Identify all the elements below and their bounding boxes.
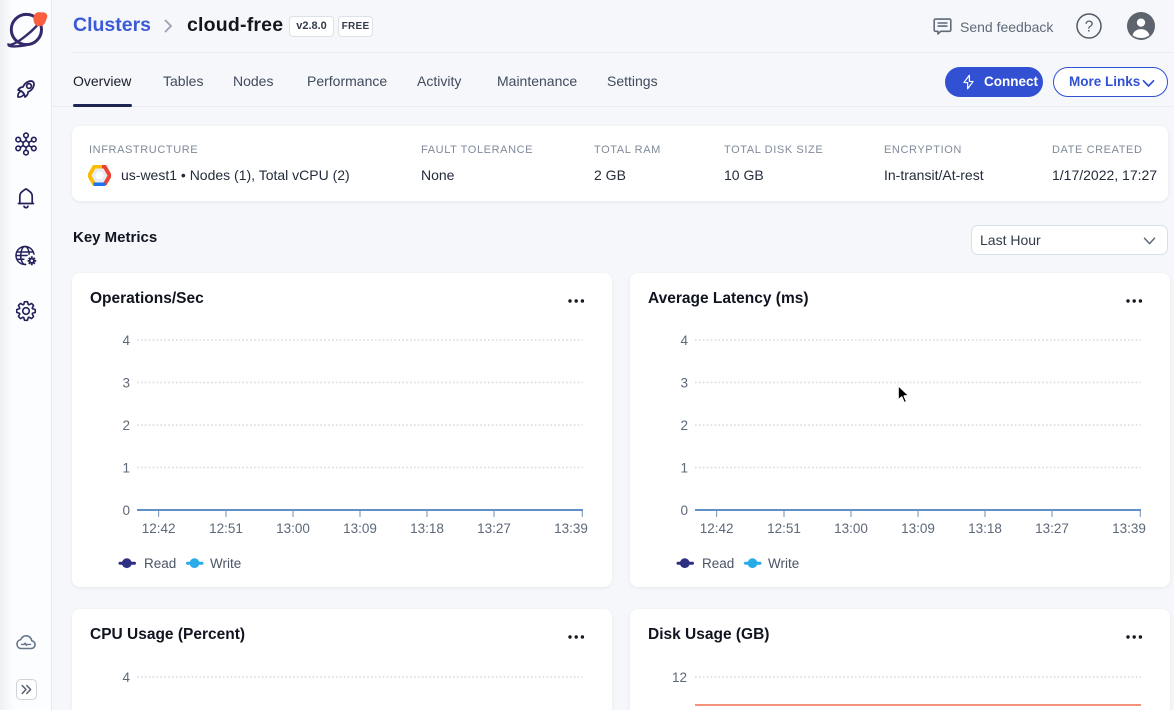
- svg-text:13:18: 13:18: [968, 521, 1002, 536]
- svg-text:3: 3: [680, 376, 688, 391]
- svg-text:13:09: 13:09: [901, 521, 935, 536]
- svg-text:2: 2: [680, 418, 688, 433]
- svg-text:Write: Write: [768, 556, 799, 571]
- svg-text:13:09: 13:09: [343, 521, 377, 536]
- svg-text:12:42: 12:42: [142, 521, 176, 536]
- svg-text:12:51: 12:51: [767, 521, 801, 536]
- svg-text:4: 4: [122, 670, 130, 685]
- svg-text:12: 12: [672, 670, 687, 685]
- svg-text:13:27: 13:27: [477, 521, 511, 536]
- svg-text:13:00: 13:00: [834, 521, 868, 536]
- svg-text:13:00: 13:00: [276, 521, 310, 536]
- svg-text:13:39: 13:39: [1112, 521, 1146, 536]
- svg-text:Read: Read: [144, 556, 176, 571]
- svg-text:Write: Write: [210, 556, 241, 571]
- svg-text:13:18: 13:18: [410, 521, 444, 536]
- svg-text:13:39: 13:39: [554, 521, 588, 536]
- svg-text:?: ?: [1085, 19, 1094, 36]
- svg-text:1: 1: [680, 461, 688, 476]
- svg-text:12:42: 12:42: [700, 521, 734, 536]
- svg-text:12:51: 12:51: [209, 521, 243, 536]
- svg-text:Read: Read: [702, 556, 734, 571]
- svg-text:0: 0: [122, 503, 130, 518]
- svg-text:3: 3: [122, 376, 130, 391]
- svg-text:4: 4: [680, 333, 688, 348]
- svg-text:2: 2: [122, 418, 130, 433]
- svg-text:13:27: 13:27: [1035, 521, 1069, 536]
- svg-text:1: 1: [122, 461, 130, 476]
- svg-text:4: 4: [122, 333, 130, 348]
- svg-text:0: 0: [680, 503, 688, 518]
